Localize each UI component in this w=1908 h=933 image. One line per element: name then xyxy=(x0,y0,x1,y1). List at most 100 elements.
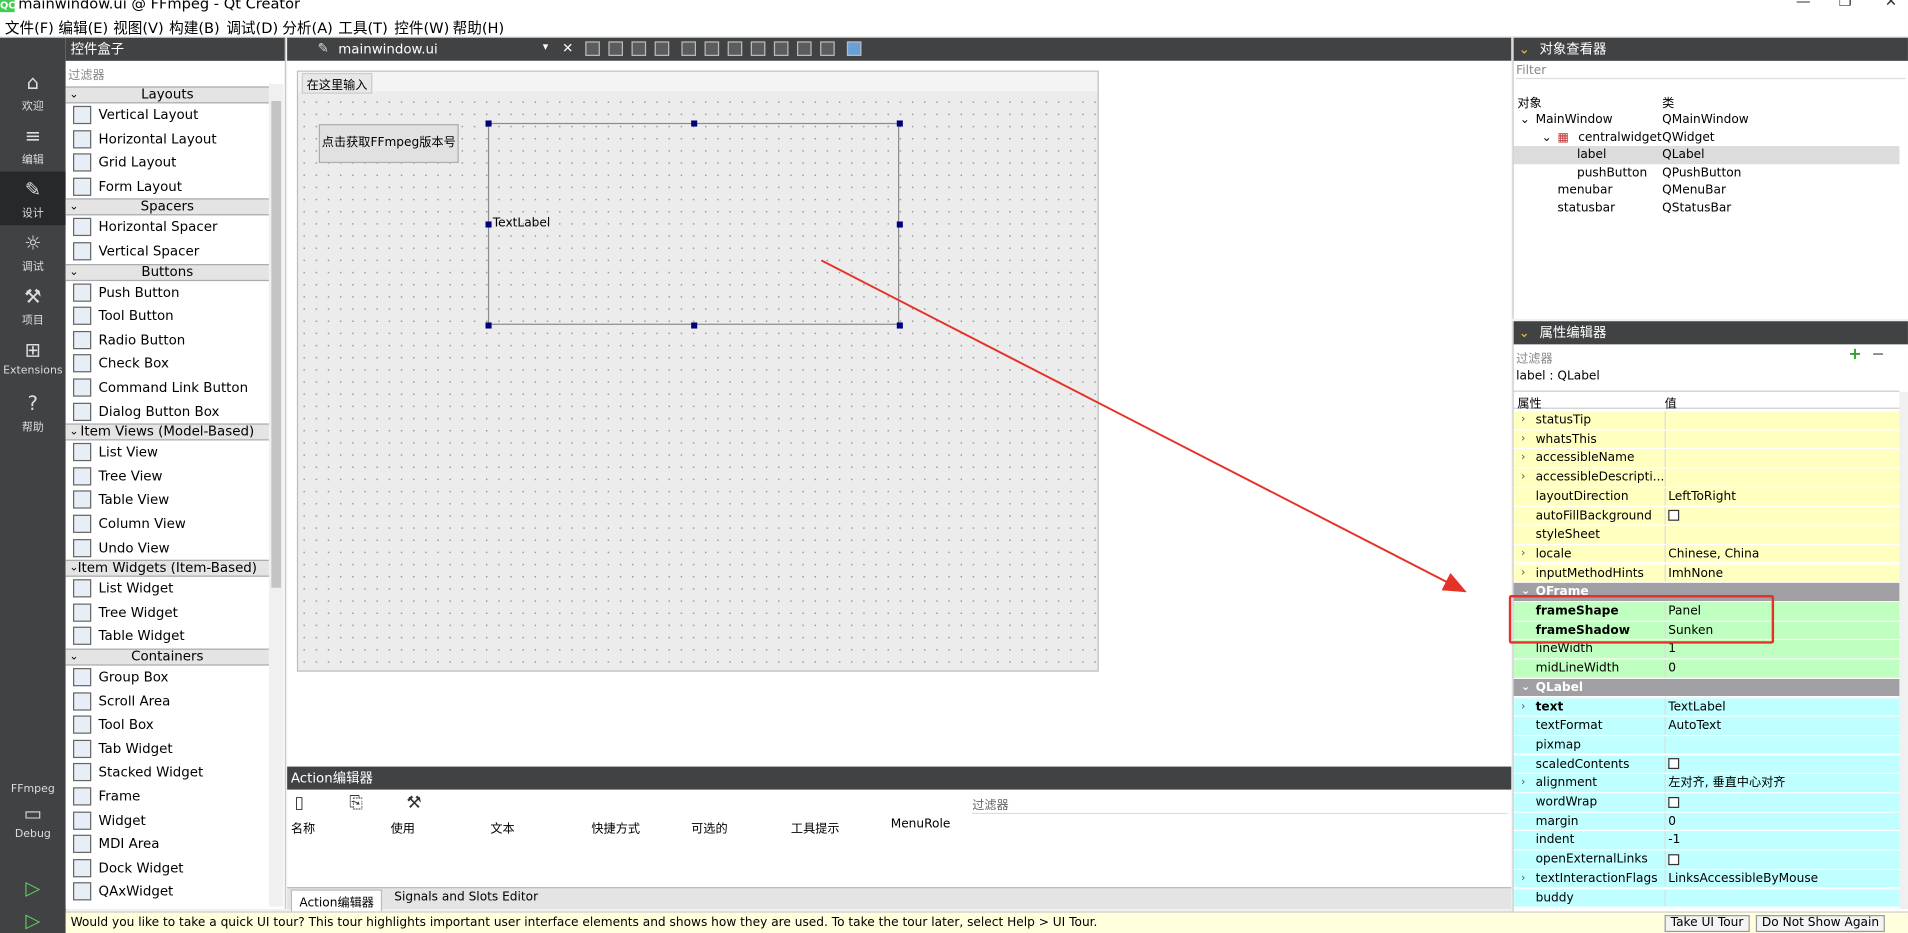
object-tree-row[interactable]: statusbar QStatusBar xyxy=(1514,200,1900,218)
widget-item[interactable]: Horizontal Layout xyxy=(66,127,269,150)
chevron-right-icon[interactable]: › xyxy=(1521,698,1525,716)
property-value[interactable]: 左对齐, 垂直中心对齐 xyxy=(1664,774,1900,793)
chevron-down-icon[interactable]: ⌄ xyxy=(1520,111,1530,129)
col-value[interactable]: 值 xyxy=(1665,393,1677,411)
property-value[interactable]: LeftToRight xyxy=(1664,487,1900,506)
run-button[interactable]: ▷ xyxy=(0,870,66,907)
widget-item[interactable]: Form Layout xyxy=(66,175,269,198)
chevron-right-icon[interactable]: › xyxy=(1521,430,1525,448)
widget-item[interactable]: Tool Button xyxy=(66,304,269,327)
debug-run-button[interactable]: ▷ xyxy=(0,909,66,933)
edit-tab-order-icon[interactable] xyxy=(654,41,670,56)
menu-placeholder[interactable]: 在这里输入 xyxy=(301,73,373,94)
category-header[interactable]: ⌄ Spacers xyxy=(65,198,269,216)
widget-item[interactable]: QAxWidget xyxy=(66,880,269,903)
col-class[interactable]: 类 xyxy=(1662,92,1674,110)
col-text[interactable]: 文本 xyxy=(490,818,514,836)
property-value[interactable] xyxy=(1664,506,1900,525)
category-header[interactable]: ⌄ Buttons xyxy=(65,263,269,281)
chevron-right-icon[interactable]: › xyxy=(1521,545,1525,563)
widget-item[interactable]: Undo View xyxy=(66,536,269,559)
checkbox[interactable] xyxy=(1668,758,1680,770)
property-row[interactable]: textFormat AutoText xyxy=(1513,716,1900,736)
property-value[interactable]: AutoText xyxy=(1664,716,1900,735)
widget-item[interactable]: Horizontal Spacer xyxy=(66,216,269,239)
mode-help[interactable]: ? 帮助 xyxy=(0,386,66,440)
paste-action-icon[interactable]: ⎘ xyxy=(349,793,363,812)
widget-item[interactable]: Tab Widget xyxy=(66,737,269,760)
property-value[interactable] xyxy=(1664,850,1900,869)
resize-handle[interactable] xyxy=(896,322,903,329)
widget-item[interactable]: Tree View xyxy=(66,465,269,488)
main-window-form[interactable]: 在这里输入 点击获取FFmpeg版本号 TextLabel xyxy=(296,70,1099,672)
menu-build[interactable]: 构建(B) xyxy=(169,17,220,38)
object-tree-row[interactable]: pushButton QPushButton xyxy=(1514,164,1900,182)
property-value[interactable] xyxy=(1664,525,1900,544)
checkbox[interactable] xyxy=(1668,509,1680,521)
menu-widgets[interactable]: 控件(W) xyxy=(394,17,449,38)
widget-box-scrollbar[interactable] xyxy=(268,83,284,907)
property-value[interactable] xyxy=(1664,755,1900,773)
property-row[interactable]: › whatsThis xyxy=(1513,430,1900,450)
property-value[interactable] xyxy=(1664,888,1900,907)
take-tour-button[interactable]: Take UI Tour xyxy=(1664,915,1750,933)
maximize-icon[interactable]: ❐ xyxy=(1839,0,1852,9)
property-value[interactable]: -1 xyxy=(1664,831,1900,850)
property-value[interactable] xyxy=(1664,449,1900,468)
object-tree-row[interactable]: label QLabel xyxy=(1513,146,1900,165)
widget-item[interactable]: Check Box xyxy=(66,352,269,375)
col-checkable[interactable]: 可选的 xyxy=(691,818,728,836)
open-document-name[interactable]: mainwindow.ui xyxy=(338,41,437,57)
resize-handle[interactable] xyxy=(896,120,903,127)
property-row[interactable]: midLineWidth 0 xyxy=(1513,659,1900,679)
col-shortcut[interactable]: 快捷方式 xyxy=(591,818,640,836)
scrollbar-thumb[interactable] xyxy=(271,100,282,588)
checkbox[interactable] xyxy=(1668,853,1680,865)
property-row[interactable]: › text TextLabel xyxy=(1513,697,1900,717)
property-section[interactable]: ⌄ QLabel xyxy=(1513,678,1900,698)
chevron-down-icon[interactable]: ▾ xyxy=(543,41,549,53)
property-value[interactable]: 0 xyxy=(1664,659,1900,678)
chevron-right-icon[interactable]: › xyxy=(1521,449,1525,467)
property-row[interactable]: openExternalLinks xyxy=(1513,850,1900,870)
widget-item[interactable]: Push Button xyxy=(66,281,269,304)
widget-item[interactable]: Dock Widget xyxy=(66,856,269,879)
widget-item[interactable]: Tree Widget xyxy=(66,601,269,624)
category-header[interactable]: ⌄ Layouts xyxy=(65,86,269,104)
widget-item[interactable]: Stacked Widget xyxy=(66,761,269,784)
widget-item[interactable]: List Widget xyxy=(66,577,269,600)
widget-item[interactable]: Radio Button xyxy=(66,328,269,351)
close-icon[interactable]: ✕ xyxy=(1885,0,1897,9)
menu-view[interactable]: 视图(V) xyxy=(113,17,164,38)
close-document-icon[interactable]: ✕ xyxy=(562,40,573,56)
resize-handle[interactable] xyxy=(691,120,698,127)
resize-handle[interactable] xyxy=(896,221,903,228)
resize-handle[interactable] xyxy=(485,120,492,127)
layout-form-icon[interactable] xyxy=(797,41,812,56)
widget-item[interactable]: Tool Box xyxy=(66,713,269,736)
text-label-widget[interactable]: TextLabel xyxy=(485,120,903,329)
col-object[interactable]: 对象 xyxy=(1517,92,1541,110)
object-tree-row[interactable]: ⌄ ▦ centralwidget QWidget xyxy=(1514,128,1900,146)
property-value[interactable] xyxy=(1664,411,1900,430)
property-row[interactable]: styleSheet xyxy=(1513,525,1900,545)
edit-signals-icon[interactable] xyxy=(608,41,624,56)
splitter-vertical-icon[interactable] xyxy=(750,41,766,56)
mode-extensions[interactable]: ⊞ Extensions xyxy=(0,332,66,386)
property-value[interactable]: 0 xyxy=(1664,812,1900,831)
property-row[interactable]: › alignment 左对齐, 垂直中心对齐 xyxy=(1513,774,1900,794)
property-value[interactable] xyxy=(1664,793,1900,812)
property-value[interactable]: LinksAccessibleByMouse xyxy=(1664,869,1900,888)
resize-handle[interactable] xyxy=(485,322,492,329)
property-row[interactable]: layoutDirection LeftToRight xyxy=(1513,487,1900,507)
menu-help[interactable]: 帮助(H) xyxy=(453,17,505,38)
resize-handle[interactable] xyxy=(485,221,492,228)
mode-edit[interactable]: ≡ 编辑 xyxy=(0,118,66,172)
tab-signals-slots[interactable]: Signals and Slots Editor xyxy=(387,889,545,905)
edit-widgets-icon[interactable] xyxy=(585,41,600,56)
property-row[interactable]: indent -1 xyxy=(1513,831,1900,851)
col-property[interactable]: 属性 xyxy=(1517,393,1541,411)
mode-projects[interactable]: ⚒ 项目 xyxy=(0,279,66,333)
chevron-down-icon[interactable]: ⌄ xyxy=(1519,41,1530,57)
edit-buddies-icon[interactable] xyxy=(631,41,647,56)
